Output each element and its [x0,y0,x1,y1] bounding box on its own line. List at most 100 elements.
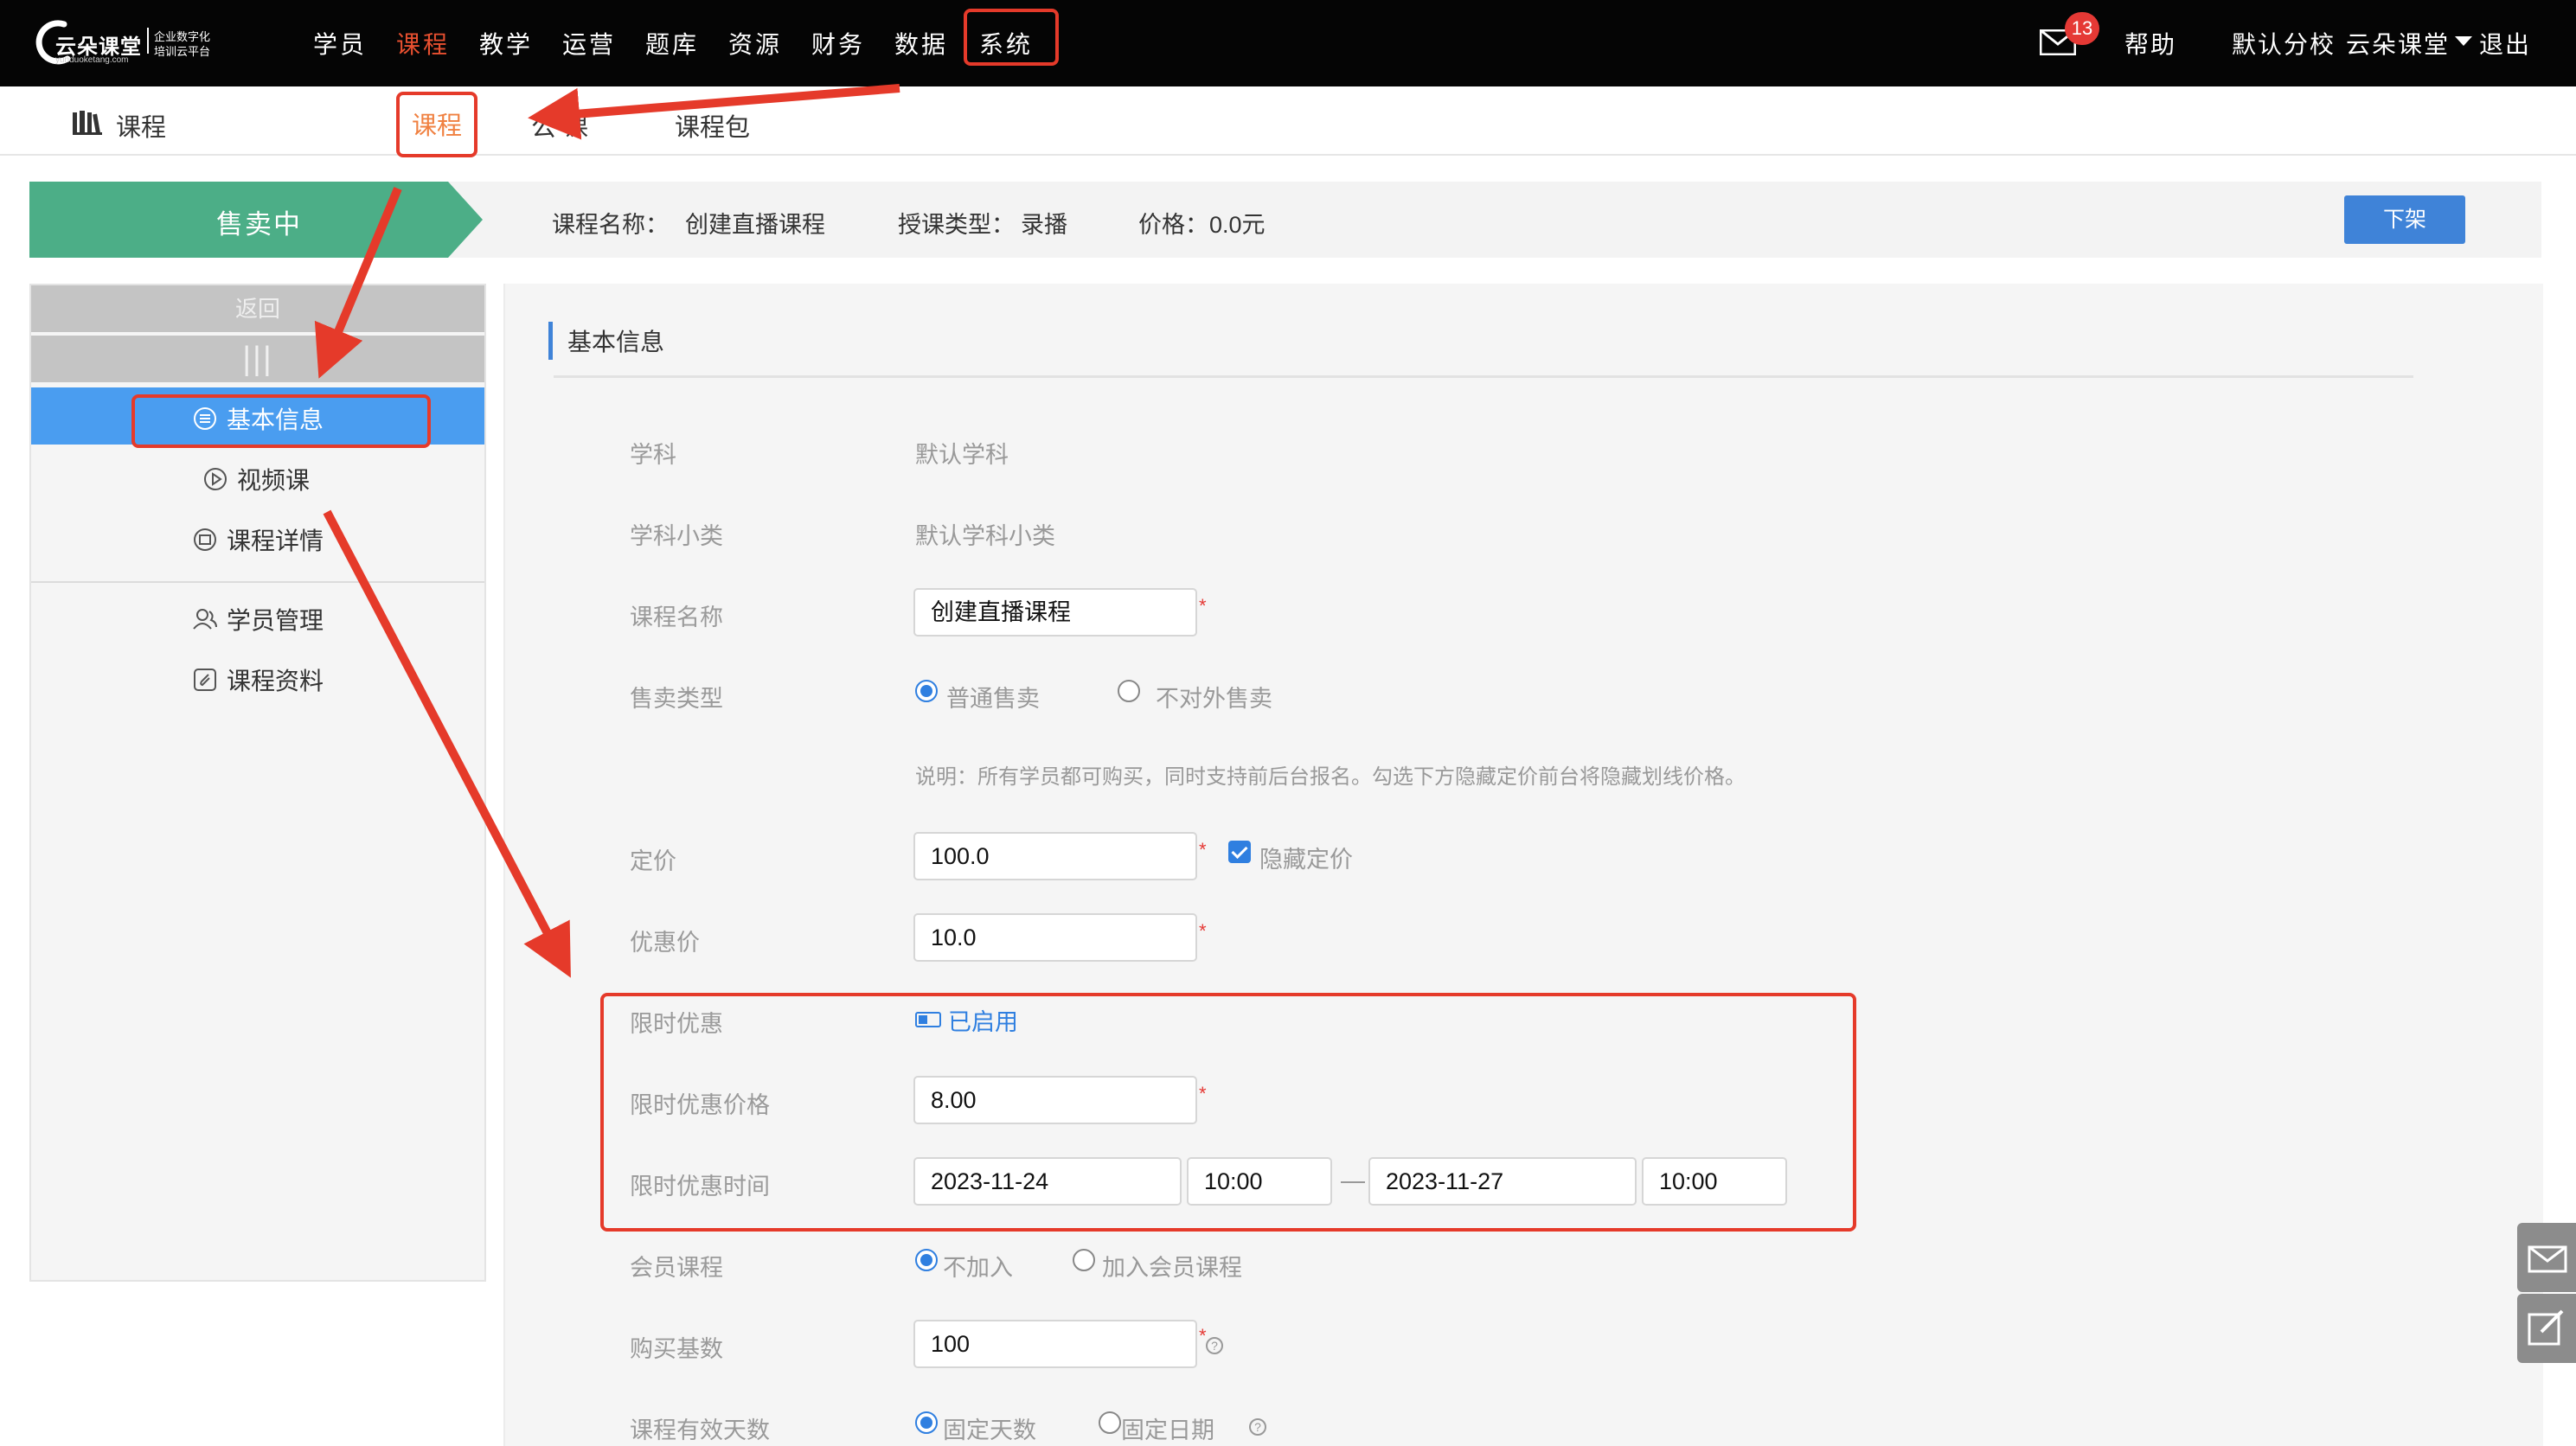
validity-date-radio[interactable] [1099,1411,1121,1434]
status-price-label: 价格： [1138,212,1208,238]
date-range-dash [1341,1181,1365,1183]
subcategory-value: 默认学科小类 [915,523,1055,549]
list-price-input[interactable]: 100.0 [913,832,1197,880]
section-accent-bar [548,322,553,360]
required-mark: * [1199,920,1207,942]
start-time-input[interactable]: 10:00 [1187,1157,1332,1206]
member-no-label[interactable]: 不加入 [943,1249,1013,1283]
logout-link[interactable]: 退出 [2479,26,2531,61]
nav-operations[interactable]: 运营 [562,26,616,61]
offshelf-button[interactable]: 下架 [2344,195,2465,244]
subject-value: 默认学科 [915,442,1009,468]
menu-item-label: 课程资料 [227,668,324,694]
mail-count-badge: 13 [2065,12,2099,45]
logo-divider [147,28,149,54]
limited-price-label: 限时优惠价格 [630,1092,770,1118]
course-name-label: 课程名称 [630,605,723,630]
sale-type-label: 售卖类型 [630,686,723,712]
subheader-title: 课程 [116,114,167,142]
hide-price-label[interactable]: 隐藏定价 [1259,841,1353,874]
logo-tagline-2: 培训云平台 [154,45,211,58]
books-icon [73,111,102,135]
nav-finance[interactable]: 财务 [811,26,865,61]
end-date-input[interactable]: 2023-11-27 [1368,1157,1637,1206]
collapse-grip-icon[interactable]: ||| [31,336,484,382]
help-icon[interactable]: ? [1249,1418,1266,1436]
list-circle-icon [194,407,216,430]
limited-discount-status[interactable]: 已启用 [948,1003,1018,1037]
help-icon[interactable]: ? [1206,1337,1223,1354]
tab-open-courses[interactable]: 公 课 [531,107,588,144]
users-icon [193,609,217,630]
status-price: 0.0元 [1209,212,1266,238]
float-edit-button[interactable] [2517,1294,2576,1363]
status-course-name-label: 课程名称： [552,212,669,238]
sale-type-normal-label[interactable]: 普通售卖 [946,680,1040,713]
course-name-input[interactable]: 创建直播课程 [913,588,1197,637]
validity-days-radio[interactable] [915,1411,938,1434]
back-button[interactable]: 返回 [31,285,484,332]
sale-type-note: 说明：所有学员都可购买，同时支持前后台报名。勾选下方隐藏定价前台将隐藏划线价格。 [915,765,1746,789]
nav-students[interactable]: 学员 [313,26,367,61]
subject-label: 学科 [630,442,676,468]
menu-item-label: 学员管理 [227,607,324,634]
member-join-radio[interactable] [1073,1249,1095,1271]
base-count-input[interactable]: 100 [913,1320,1197,1368]
menu-item-course-details[interactable]: 课程详情 [192,522,324,557]
limited-time-label: 限时优惠时间 [630,1174,770,1200]
member-join-label[interactable]: 加入会员课程 [1102,1249,1242,1283]
section-divider [554,375,2413,378]
base-count-label: 购买基数 [630,1336,723,1362]
limited-discount-label: 限时优惠 [630,1011,723,1037]
campus-label[interactable]: 默认分校 [2232,26,2336,61]
sale-type-normal-radio[interactable] [915,680,938,702]
nav-courses[interactable]: 课程 [396,26,450,61]
sub-header [0,86,2576,156]
nav-resources[interactable]: 资源 [728,26,782,61]
start-date-input[interactable]: 2023-11-24 [913,1157,1182,1206]
annotation-box-course-tab [396,92,477,157]
subcategory-label: 学科小类 [630,523,723,549]
member-course-label: 会员课程 [630,1255,723,1281]
edit-icon [2528,1309,2564,1346]
validity-days-label[interactable]: 固定天数 [943,1411,1036,1445]
limited-price-input[interactable]: 8.00 [913,1076,1197,1124]
toggle-enabled-icon[interactable] [915,1012,941,1027]
list-price-label: 定价 [630,848,676,874]
hide-price-checkbox[interactable] [1228,841,1251,863]
content-panel [503,284,2543,1446]
user-dropdown-caret-icon[interactable] [2455,36,2472,46]
validity-label: 课程有效天数 [630,1417,770,1443]
nav-data[interactable]: 数据 [894,26,948,61]
validity-date-label[interactable]: 固定日期 [1121,1411,1214,1445]
nav-question-bank[interactable]: 题库 [645,26,699,61]
end-time-input[interactable]: 10:00 [1642,1157,1787,1206]
menu-item-basic-info[interactable]: 基本信息 [192,401,324,436]
discount-price-input[interactable]: 10.0 [913,913,1197,962]
tab-course-packages[interactable]: 课程包 [675,107,750,144]
logo[interactable]: 云朵课堂 企业数字化 培训云平台 yunduoketang.com [29,16,220,67]
nav-teaching[interactable]: 教学 [479,26,533,61]
required-mark: * [1199,1083,1207,1104]
required-mark: * [1199,595,1207,617]
attachment-icon [194,669,216,691]
details-icon [194,528,216,551]
play-circle-icon [204,468,227,490]
section-title: 基本信息 [567,329,665,355]
top-navbar [0,0,2576,86]
member-no-radio[interactable] [915,1249,938,1271]
status-course-name: 创建直播课程 [685,212,825,238]
float-envelope-button[interactable] [2517,1223,2576,1292]
menu-item-video-course[interactable]: 视频课 [202,462,310,496]
user-menu[interactable]: 云朵课堂 [2346,26,2450,61]
help-link[interactable]: 帮助 [2124,26,2176,61]
required-mark: * [1199,839,1207,861]
sale-type-private-radio[interactable] [1118,680,1140,702]
menu-item-label: 基本信息 [227,406,324,433]
menu-item-student-management[interactable]: 学员管理 [192,602,324,637]
menu-item-label: 课程详情 [227,528,324,554]
menu-item-course-materials[interactable]: 课程资料 [192,662,324,697]
sale-type-private-label[interactable]: 不对外售卖 [1156,680,1272,713]
menu-item-label: 视频课 [237,467,311,494]
logo-url: yunduoketang.com [55,55,129,65]
